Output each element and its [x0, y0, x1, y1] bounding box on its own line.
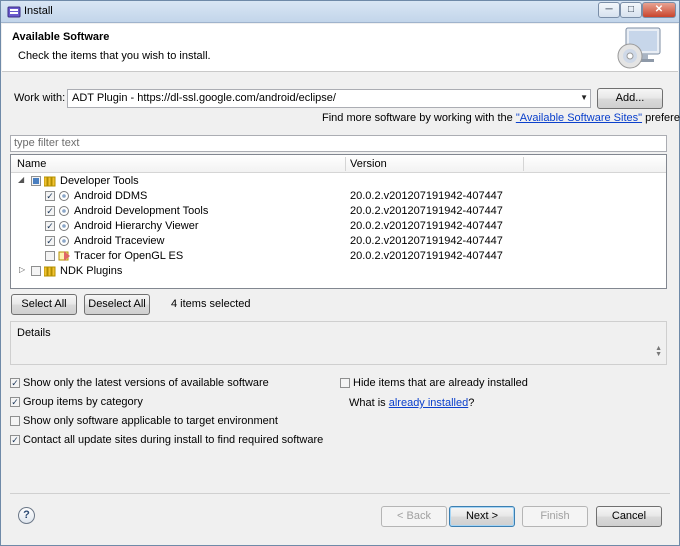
find-more-text: Find more software by working with the "… — [322, 112, 680, 124]
page-description: Check the items that you wish to install… — [18, 50, 211, 62]
latest-versions-label: Show only the latest versions of availab… — [23, 377, 269, 389]
item-name: Android Hierarchy Viewer — [74, 220, 199, 232]
hide-installed-checkbox[interactable] — [340, 378, 350, 388]
what-is-prefix: What is — [349, 397, 389, 409]
details-label: Details — [17, 327, 51, 339]
plugin-icon — [59, 221, 69, 231]
tree-row[interactable]: ✓ Android DDMS 20.0.2.v201207191942-4074… — [11, 189, 666, 204]
item-name: Android Development Tools — [74, 205, 209, 217]
option-group-by-category[interactable]: ✓ Group items by category — [10, 396, 143, 408]
option-target-environment[interactable]: Show only software applicable to target … — [10, 415, 278, 427]
footer-divider — [10, 493, 670, 494]
select-all-button[interactable]: Select All — [11, 294, 77, 315]
work-with-label: Work with: — [14, 92, 66, 104]
tree-row-developer-tools[interactable]: ◢ Developer Tools — [11, 174, 666, 189]
available-software-sites-link[interactable]: "Available Software Sites" — [516, 112, 642, 124]
category-icon — [44, 176, 56, 187]
title-bar[interactable]: Install ─ □ ✕ — [1, 1, 679, 23]
dropdown-arrow-icon[interactable]: ▼ — [580, 93, 588, 102]
target-environment-checkbox[interactable] — [10, 416, 20, 426]
item-name: Tracer for OpenGL ES — [74, 250, 184, 262]
plugin-icon — [59, 206, 69, 216]
column-name[interactable]: Name — [17, 158, 46, 170]
window-title: Install — [24, 5, 53, 17]
item-version: 20.0.2.v201207191942-407447 — [350, 235, 503, 247]
cancel-button[interactable]: Cancel — [596, 506, 662, 527]
plugin-icon — [59, 191, 69, 201]
group-name: NDK Plugins — [60, 265, 123, 277]
minimize-button[interactable]: ─ — [598, 2, 620, 18]
item-checkbox[interactable]: ✓ — [45, 236, 55, 246]
dialog-header: Available Software Check the items that … — [2, 24, 678, 72]
item-version: 20.0.2.v201207191942-407447 — [350, 205, 503, 217]
item-checkbox[interactable]: ✓ — [45, 191, 55, 201]
target-environment-label: Show only software applicable to target … — [23, 415, 278, 427]
item-name: Android Traceview — [74, 235, 165, 247]
item-checkbox[interactable]: ✓ — [45, 221, 55, 231]
scroll-arrows-icon[interactable]: ▲ ▼ — [655, 345, 662, 358]
item-checkbox[interactable] — [45, 251, 55, 261]
deselect-all-button[interactable]: Deselect All — [84, 294, 150, 315]
add-site-button[interactable]: Add... — [597, 88, 663, 109]
option-hide-installed[interactable]: Hide items that are already installed — [340, 377, 528, 389]
item-checkbox[interactable]: ✓ — [45, 206, 55, 216]
collapse-arrow-icon[interactable]: ◢ — [18, 175, 24, 184]
maximize-button[interactable]: □ — [620, 2, 642, 18]
group-by-category-checkbox[interactable]: ✓ — [10, 397, 20, 407]
column-version[interactable]: Version — [350, 158, 387, 170]
column-divider[interactable] — [523, 157, 524, 171]
opengl-plugin-icon — [58, 251, 70, 261]
work-with-value: ADT Plugin - https://dl-ssl.google.com/a… — [72, 92, 336, 104]
hide-installed-label: Hide items that are already installed — [353, 377, 528, 389]
category-icon — [44, 266, 56, 277]
details-panel: Details ▲ ▼ — [10, 321, 667, 365]
plugin-icon — [59, 236, 69, 246]
tree-row[interactable]: ✓ Android Hierarchy Viewer 20.0.2.v20120… — [11, 219, 666, 234]
option-contact-sites[interactable]: ✓ Contact all update sites during install… — [10, 434, 323, 446]
find-more-suffix: preferences. — [645, 112, 680, 124]
selection-status: 4 items selected — [171, 298, 251, 310]
expand-arrow-icon[interactable]: ▷ — [19, 265, 25, 274]
software-tree[interactable]: Name Version ◢ Developer Tools ✓ Android… — [10, 154, 667, 289]
next-button[interactable]: Next > — [449, 506, 515, 527]
column-divider[interactable] — [345, 157, 346, 171]
tree-row[interactable]: ✓ Android Traceview 20.0.2.v201207191942… — [11, 234, 666, 249]
item-version: 20.0.2.v201207191942-407447 — [350, 250, 503, 262]
tree-row[interactable]: Tracer for OpenGL ES 20.0.2.v20120719194… — [11, 249, 666, 264]
group-name: Developer Tools — [60, 175, 139, 187]
eclipse-install-icon — [7, 6, 21, 18]
filter-input[interactable]: type filter text — [10, 135, 667, 152]
back-button[interactable]: < Back — [381, 506, 447, 527]
tree-row-ndk-plugins[interactable]: ▷ NDK Plugins — [11, 264, 666, 279]
find-more-prefix: Find more software by working with the — [322, 112, 516, 124]
help-icon[interactable]: ? — [18, 507, 35, 524]
developer-tools-checkbox[interactable] — [31, 176, 41, 186]
item-version: 20.0.2.v201207191942-407447 — [350, 190, 503, 202]
option-latest-versions[interactable]: ✓ Show only the latest versions of availa… — [10, 377, 269, 389]
install-cd-monitor-icon — [617, 27, 661, 69]
install-dialog: Install ─ □ ✕ Available Software Check t… — [0, 0, 680, 546]
what-is-installed-text: What is already installed? — [349, 397, 474, 409]
item-version: 20.0.2.v201207191942-407447 — [350, 220, 503, 232]
page-title: Available Software — [12, 31, 110, 43]
ndk-plugins-checkbox[interactable] — [31, 266, 41, 276]
tree-row[interactable]: ✓ Android Development Tools 20.0.2.v2012… — [11, 204, 666, 219]
contact-sites-checkbox[interactable]: ✓ — [10, 435, 20, 445]
finish-button[interactable]: Finish — [522, 506, 588, 527]
tree-header: Name Version — [11, 155, 666, 173]
contact-sites-label: Contact all update sites during install … — [23, 434, 324, 446]
work-with-combo[interactable]: ADT Plugin - https://dl-ssl.google.com/a… — [67, 89, 591, 108]
what-is-suffix: ? — [468, 397, 475, 409]
close-button[interactable]: ✕ — [642, 2, 676, 18]
group-by-category-label: Group items by category — [23, 396, 143, 408]
already-installed-link[interactable]: already installed — [389, 397, 469, 409]
latest-versions-checkbox[interactable]: ✓ — [10, 378, 20, 388]
item-name: Android DDMS — [74, 190, 148, 202]
